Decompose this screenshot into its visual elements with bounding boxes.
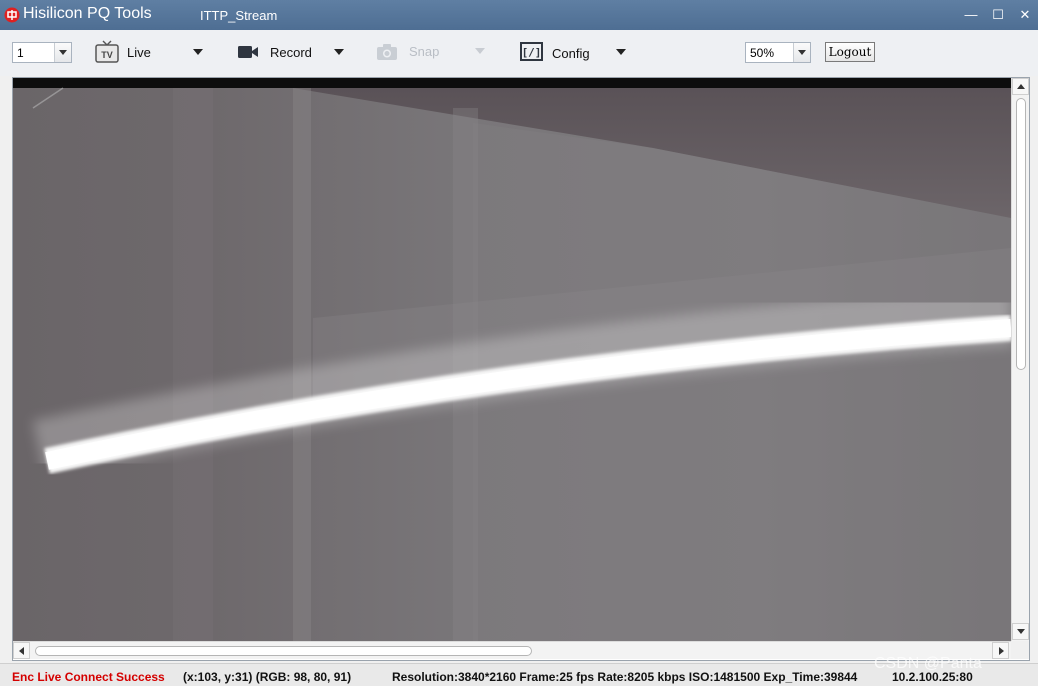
config-button[interactable]: [/] Config <box>520 30 630 76</box>
record-button[interactable]: Record <box>237 30 349 76</box>
video-camera-icon <box>238 46 258 58</box>
channel-select-dropdown-icon[interactable] <box>54 43 71 62</box>
connection-status: Enc Live Connect Success <box>12 670 165 684</box>
hisilicon-logo-icon <box>4 7 20 23</box>
pixel-info: (x:103, y:31) (RGB: 98, 80, 91) <box>183 670 352 684</box>
camera-icon <box>377 44 397 60</box>
toolbar: 1 TV Live Record Snap [/] Config 50% <box>0 30 1038 76</box>
app-title: Hisilicon PQ Tools <box>23 5 152 22</box>
video-frame-image <box>13 78 1011 641</box>
video-stream-view[interactable] <box>13 78 1011 641</box>
live-dropdown-icon[interactable] <box>193 49 203 55</box>
channel-select-value: 1 <box>17 46 24 60</box>
scroll-down-icon[interactable] <box>1012 623 1029 640</box>
scroll-up-icon[interactable] <box>1012 78 1029 95</box>
config-label: Config <box>552 46 590 61</box>
maximize-button[interactable]: ☐ <box>989 6 1007 24</box>
vertical-scrollbar[interactable] <box>1011 78 1029 641</box>
stream-info: Resolution:3840*2160 Frame:25 fps Rate:8… <box>392 670 858 684</box>
vertical-scroll-thumb[interactable] <box>1016 98 1026 370</box>
watermark-text: CSDN @Panta <box>874 655 982 672</box>
config-bracket-icon: [/] <box>520 42 543 61</box>
svg-text:[/]: [/] <box>522 46 542 59</box>
minimize-button[interactable]: — <box>962 6 980 24</box>
snap-label: Snap <box>409 44 440 59</box>
zoom-select[interactable]: 50% <box>745 42 811 63</box>
zoom-select-value: 50% <box>750 46 775 60</box>
zoom-select-dropdown-icon[interactable] <box>793 43 810 62</box>
horizontal-scrollbar[interactable] <box>13 641 1011 659</box>
title-bar: Hisilicon PQ Tools ITTP_Stream — ☐ ✕ <box>0 0 1038 30</box>
snap-button[interactable]: Snap <box>376 30 488 76</box>
channel-select[interactable]: 1 <box>12 42 72 63</box>
snap-dropdown-icon[interactable] <box>475 48 485 54</box>
svg-text:TV: TV <box>101 50 113 60</box>
record-label: Record <box>270 45 312 60</box>
logout-button[interactable]: Logout <box>825 42 875 62</box>
live-button[interactable]: TV Live <box>94 30 209 76</box>
horizontal-scroll-thumb[interactable] <box>35 646 532 656</box>
scrollbar-corner <box>1011 641 1029 659</box>
scroll-right-icon[interactable] <box>992 642 1009 659</box>
scroll-left-icon[interactable] <box>13 642 30 659</box>
stream-title: ITTP_Stream <box>200 8 278 23</box>
tv-icon: TV <box>95 40 119 63</box>
live-label: Live <box>127 45 151 60</box>
record-dropdown-icon[interactable] <box>334 49 344 55</box>
close-button[interactable]: ✕ <box>1016 6 1034 24</box>
config-dropdown-icon[interactable] <box>616 49 626 55</box>
